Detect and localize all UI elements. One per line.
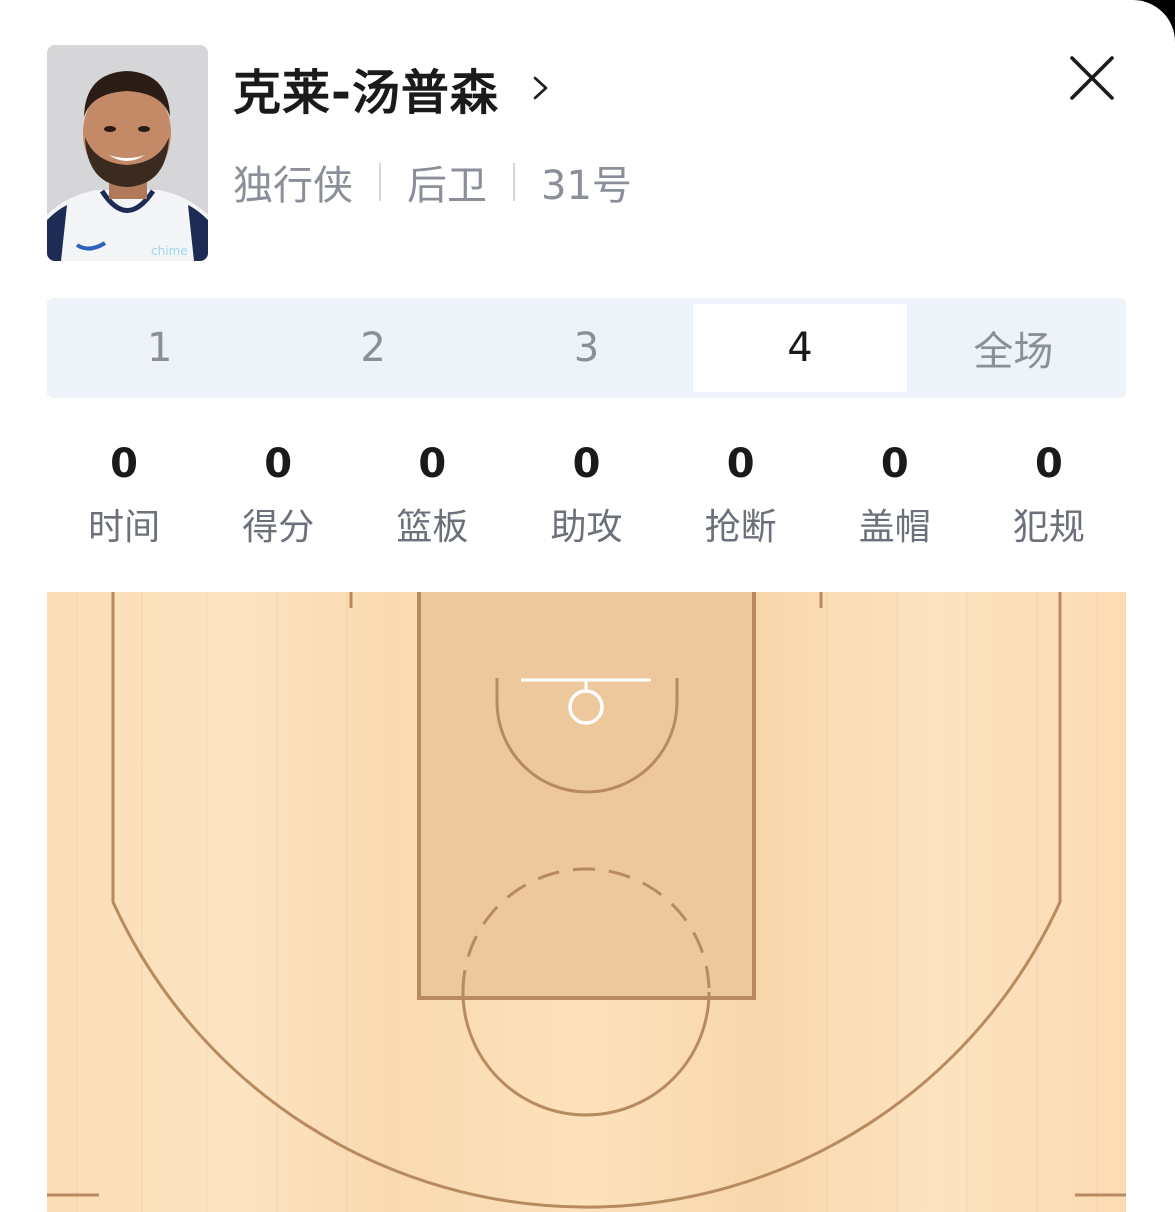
stat-label: 助攻: [550, 507, 623, 548]
stat-points: 0 得分: [201, 430, 355, 558]
stat-value: 0: [726, 441, 755, 487]
tab-period-3[interactable]: 3: [480, 304, 693, 392]
meta-divider: [513, 163, 515, 201]
stat-value: 0: [1034, 441, 1063, 487]
stat-label: 篮板: [396, 507, 469, 548]
stat-value: 0: [572, 441, 601, 487]
stats-row: 0 时间 0 得分 0 篮板 0 助攻 0 抢断 0 盖帽 0 犯规: [47, 430, 1126, 558]
stat-steals: 0 抢断: [664, 430, 818, 558]
player-team: 独行侠: [233, 163, 353, 209]
stat-rebounds: 0 篮板: [355, 430, 509, 558]
player-avatar: chime: [47, 45, 208, 261]
jersey-sponsor: chime: [151, 244, 188, 258]
paint-area: [417, 592, 756, 1000]
stat-label: 得分: [242, 507, 315, 548]
shot-chart-court: [47, 592, 1126, 1212]
close-icon[interactable]: [1064, 50, 1120, 106]
player-number: 31号: [541, 163, 632, 209]
stat-value: 0: [110, 441, 138, 487]
tab-full-game[interactable]: 全场: [907, 304, 1120, 392]
stat-value: 0: [880, 441, 909, 487]
stat-assists: 0 助攻: [509, 430, 663, 558]
stat-label: 时间: [88, 507, 161, 548]
tab-period-4[interactable]: 4: [693, 304, 907, 392]
stat-blocks: 0 盖帽: [818, 430, 972, 558]
player-meta: 独行侠 后卫 31号: [233, 152, 632, 212]
stat-minutes: 0 时间: [47, 430, 201, 558]
stat-label: 犯规: [1012, 507, 1085, 548]
tab-period-2[interactable]: 2: [266, 304, 479, 392]
player-name: 克莱-汤普森: [233, 65, 499, 121]
player-name-link[interactable]: 克莱-汤普森: [233, 56, 555, 121]
player-photo: chime: [47, 45, 208, 261]
free-throw-circle-bottom: [461, 991, 711, 1117]
stat-value: 0: [418, 441, 447, 487]
player-detail-sheet: chime 克莱-汤普森 独行侠 后卫 31号 1 2 3 4 全场 0 时间 …: [0, 0, 1175, 1212]
player-position: 后卫: [407, 163, 487, 209]
meta-divider: [379, 163, 381, 201]
stat-label: 盖帽: [858, 507, 931, 548]
tab-period-1[interactable]: 1: [53, 304, 266, 392]
stat-value: 0: [264, 441, 293, 487]
period-tabs: 1 2 3 4 全场: [47, 298, 1126, 398]
stat-label: 抢断: [704, 507, 777, 548]
half-court-diagram: [47, 592, 1126, 1212]
stat-fouls: 0 犯规: [972, 430, 1126, 558]
chevron-right-icon: [533, 76, 548, 100]
